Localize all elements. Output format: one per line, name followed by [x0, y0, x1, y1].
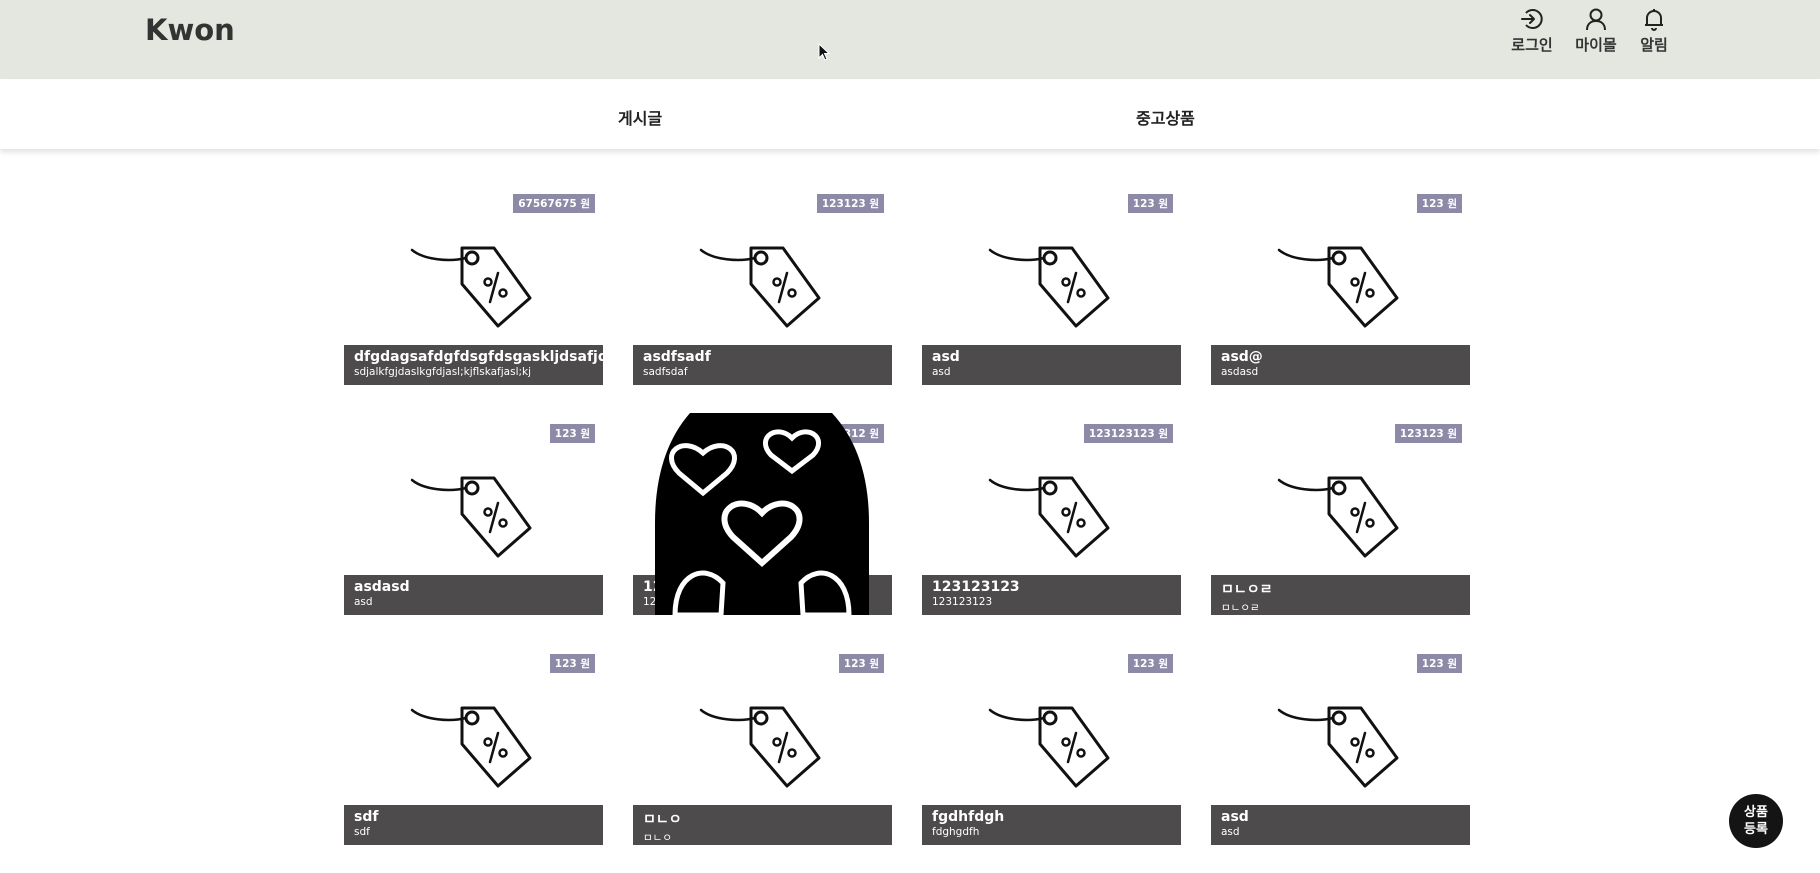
mypage-label: 마이몰: [1575, 36, 1617, 54]
price-badge: 123 원: [549, 654, 595, 673]
product-caption: asdfsadf sadfsdaf: [633, 345, 892, 385]
price-badge: 123123 원: [816, 194, 884, 213]
price-badge: 123 원: [1416, 654, 1462, 673]
product-card[interactable]: 123 원 asd asd: [1211, 650, 1470, 850]
product-caption: asd asd: [922, 345, 1181, 385]
product-description: asd: [1221, 826, 1240, 838]
price-tag-icon: [410, 706, 532, 788]
product-description: asd: [932, 366, 951, 378]
login-label: 로그인: [1511, 36, 1553, 54]
product-description: asd: [354, 596, 373, 608]
product-title: asd: [1221, 809, 1249, 825]
product-description: fdghgdfh: [932, 826, 980, 838]
product-caption: 123123123 123123123: [922, 575, 1181, 615]
product-description: ㅁㄴㅇ: [643, 832, 672, 844]
product-title: fgdhfdgh: [932, 809, 1005, 825]
product-caption: asdasd asd: [344, 575, 603, 615]
product-caption: ㅁㄴㅇㄹ ㅁㄴㅇㄹ: [1211, 575, 1470, 615]
product-title: asdasd: [354, 579, 410, 595]
product-description: sadfsdaf: [643, 366, 688, 378]
product-title: ㅁㄴㅇ: [643, 812, 682, 828]
product-card[interactable]: 123 원 asd@ asdasd: [1211, 190, 1470, 390]
product-title: asd: [932, 349, 960, 365]
product-title: dfgdagsafdgfdsgfdsgaskljdsafjdsklafjkl;: [354, 349, 603, 365]
add-product-label-line1: 상품: [1744, 805, 1768, 820]
product-caption: ㅁㄴㅇ ㅁㄴㅇ: [633, 805, 892, 845]
product-card[interactable]: 123123123 원 123123123 123123123: [922, 420, 1181, 620]
product-card[interactable]: 67567675 원 dfgdagsafdgfdsgfdsgaskljdsafjd…: [344, 190, 603, 390]
mypage-button[interactable]: 마이몰: [1564, 6, 1628, 55]
price-badge: 123 원: [1416, 194, 1462, 213]
tab-posts[interactable]: 게시글: [618, 105, 662, 129]
category-tabs: 게시글 중고상품: [0, 79, 1820, 149]
price-badge: 67567675 원: [513, 194, 595, 213]
user-icon: [1586, 8, 1606, 31]
price-tag-icon: [699, 246, 821, 328]
tab-used-products[interactable]: 중고상품: [1136, 105, 1195, 129]
price-tag-icon: [699, 706, 821, 788]
bell-icon: [1645, 9, 1663, 31]
price-badge: 123123 원: [1394, 424, 1462, 443]
price-tag-icon: [988, 476, 1110, 558]
add-product-button[interactable]: 상품 등록: [1729, 794, 1783, 848]
top-header: Kwon 로그인 마이몰 알림: [0, 0, 1820, 79]
heart-egg-image: [655, 413, 869, 615]
product-caption: fgdhfdgh fdghgdfh: [922, 805, 1181, 845]
price-badge: 123 원: [1127, 194, 1173, 213]
price-tag-icon: [988, 246, 1110, 328]
product-card[interactable]: 123 원 ㅁㄴㅇ ㅁㄴㅇ: [633, 650, 892, 850]
price-tag-icon: [410, 476, 532, 558]
product-card[interactable]: 123123 원 ㅁㄴㅇㄹ ㅁㄴㅇㄹ: [1211, 420, 1470, 620]
product-description: sdjalkfgjdaslkgfdjasl;kjflskafjasl;kj: [354, 366, 532, 378]
product-card[interactable]: 123 원 asdasd asd: [344, 420, 603, 620]
product-title: asdfsadf: [643, 349, 711, 365]
price-tag-icon: [988, 706, 1110, 788]
product-title: sdf: [354, 809, 379, 825]
login-button[interactable]: 로그인: [1500, 6, 1564, 55]
product-description: sdf: [354, 826, 370, 838]
product-title: ㅁㄴㅇㄹ: [1221, 582, 1273, 598]
price-tag-icon: [1277, 476, 1399, 558]
price-tag-icon: [1277, 706, 1399, 788]
add-product-label-line2: 등록: [1744, 822, 1768, 837]
product-grid: 67567675 원 dfgdagsafdgfdsgfdsgaskljdsafjd…: [344, 190, 1470, 850]
price-tag-icon: [1277, 246, 1399, 328]
price-tag-icon: [410, 246, 532, 328]
product-description: 123123123: [932, 596, 993, 608]
login-icon: [1521, 9, 1543, 29]
product-title: asd@: [1221, 349, 1263, 365]
product-description: asdasd: [1221, 366, 1259, 378]
product-caption: asd@ asdasd: [1211, 345, 1470, 385]
product-card[interactable]: 123 원 asd asd: [922, 190, 1181, 390]
product-caption: asd asd: [1211, 805, 1470, 845]
price-badge: 123 원: [1127, 654, 1173, 673]
alarm-label: 알림: [1640, 36, 1668, 54]
product-card[interactable]: 123123 원 asdfsadf sadfsdaf: [633, 190, 892, 390]
product-card[interactable]: 123 원 fgdhfdgh fdghgdfh: [922, 650, 1181, 850]
product-caption: dfgdagsafdgfdsgfdsgaskljdsafjdsklafjkl;s…: [344, 345, 603, 385]
product-title: 123123123: [932, 579, 1020, 595]
price-badge: 123123123 원: [1083, 424, 1173, 443]
price-badge: 123 원: [838, 654, 884, 673]
product-card[interactable]: 123 원 sdf sdf: [344, 650, 603, 850]
logo[interactable]: Kwon: [145, 13, 235, 47]
price-badge: 123 원: [549, 424, 595, 443]
product-caption: sdf sdf: [344, 805, 603, 845]
mouse-cursor-icon: [818, 43, 831, 61]
product-description: ㅁㄴㅇㄹ: [1221, 602, 1260, 614]
alarm-button[interactable]: 알림: [1622, 6, 1686, 55]
